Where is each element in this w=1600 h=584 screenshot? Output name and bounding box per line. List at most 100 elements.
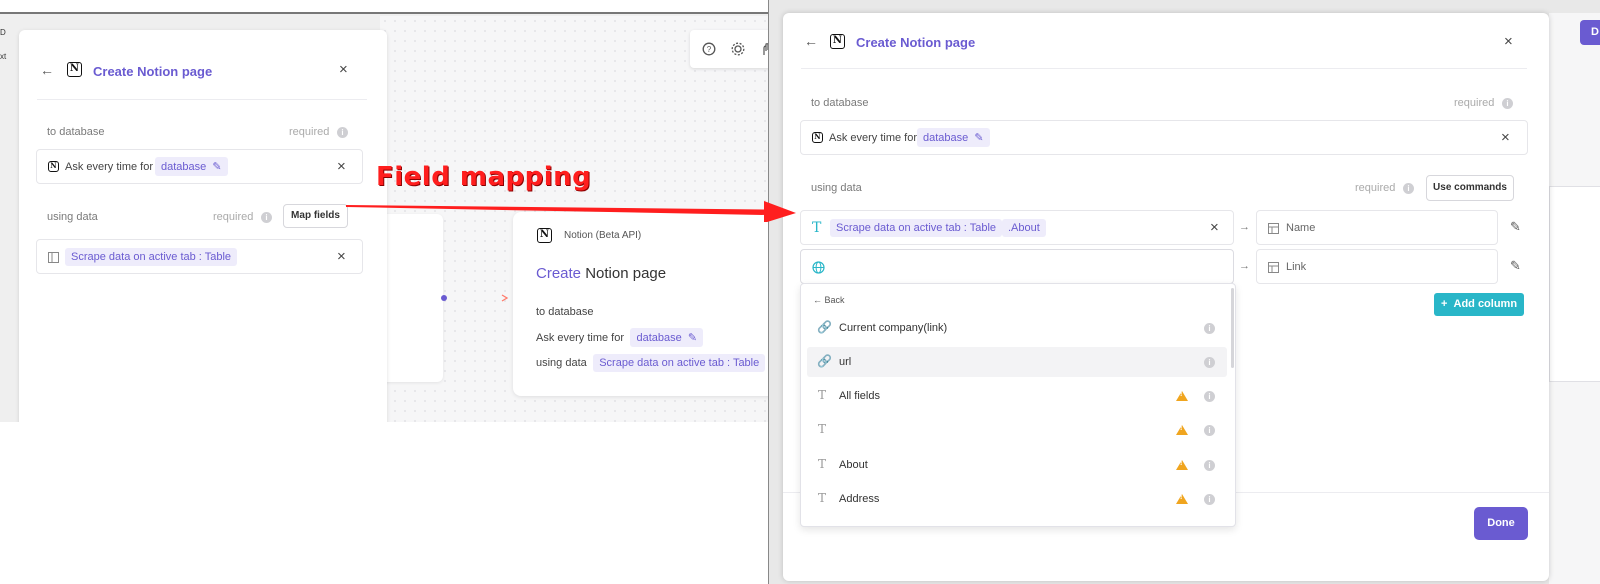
left-edit-panel: ← N Create Notion page × to database req…: [19, 30, 387, 422]
dropdown-item[interactable]: T Address i: [807, 484, 1227, 514]
node-source-chip: Scrape data on active tab : Table: [593, 354, 766, 372]
database-chip-label: database: [923, 132, 969, 144]
node-using-data-label: using data: [536, 357, 587, 369]
info-icon[interactable]: i: [261, 212, 272, 223]
target-link-label: Link: [1286, 261, 1307, 273]
link-icon: 🔗: [817, 354, 832, 368]
dropdown-item-label: All fields: [839, 390, 880, 402]
annotation-arrow: [346, 201, 796, 222]
dropdown-item[interactable]: T All fields i: [807, 381, 1227, 411]
required-label: required: [1355, 182, 1396, 194]
notion-node-card[interactable]: N Notion (Beta API) Create Notion page t…: [513, 212, 782, 396]
node-using-data-row: using data Scrape data on active tab : T…: [536, 353, 766, 372]
mapping-field-chip[interactable]: .About: [1002, 219, 1046, 237]
info-icon[interactable]: i: [337, 127, 348, 138]
mapping-arrow-icon: →: [1239, 260, 1250, 272]
database-field[interactable]: N Ask every time for database ✎ ×: [36, 149, 363, 184]
help-icon[interactable]: ?: [702, 42, 716, 56]
info-icon[interactable]: i: [1403, 183, 1414, 194]
notion-logo-icon: N: [67, 62, 82, 77]
database-chip[interactable]: database ✎: [155, 157, 228, 176]
pencil-icon[interactable]: ✎: [974, 132, 983, 144]
info-icon[interactable]: i: [1502, 98, 1513, 109]
to-database-label: to database: [47, 126, 105, 138]
required-label: required: [289, 126, 330, 138]
required-label: required: [1454, 97, 1495, 109]
link-icon: 🔗: [817, 320, 832, 334]
pencil-icon: ✎: [687, 332, 698, 344]
field-dropdown: ← Back 🔗 Current company(link) i 🔗 url i…: [800, 283, 1236, 527]
dropdown-item[interactable]: T i: [807, 415, 1227, 445]
back-arrow-icon[interactable]: ←: [40, 62, 54, 78]
close-icon[interactable]: ×: [339, 62, 348, 77]
info-icon[interactable]: i: [1204, 391, 1215, 402]
dropdown-item[interactable]: 🔗 url i: [807, 347, 1227, 377]
mapping-source-field-empty[interactable]: [800, 249, 1234, 284]
text-icon: T: [818, 422, 827, 436]
info-icon[interactable]: i: [1204, 323, 1215, 334]
node-database-chip-label: database: [636, 332, 682, 344]
top-right-button[interactable]: D: [1580, 20, 1600, 45]
svg-text:?: ?: [707, 45, 712, 54]
node-database-prefix: Ask every time for: [536, 332, 625, 344]
text-icon: T: [818, 491, 827, 505]
info-icon[interactable]: i: [1204, 494, 1215, 505]
back-arrow-icon[interactable]: ←: [804, 33, 818, 49]
info-icon[interactable]: i: [1204, 460, 1215, 471]
mapping-source-chip[interactable]: Scrape data on active tab : Table: [830, 219, 1003, 237]
text-icon: T: [812, 220, 822, 236]
dropdown-item[interactable]: 🔗 Current company(link) i: [807, 313, 1227, 343]
divider: [37, 99, 367, 100]
dropdown-back-label: Back: [824, 295, 845, 305]
node-title: Create Notion page: [536, 265, 666, 282]
clear-database-icon[interactable]: ×: [1501, 130, 1510, 145]
edit-pencil-icon[interactable]: ✎: [1510, 258, 1521, 274]
node-title-object: Notion page: [585, 265, 667, 282]
warning-icon: [1176, 460, 1188, 470]
table-icon: [48, 252, 59, 263]
node-connector: [441, 294, 509, 302]
dropdown-item-label: Address: [839, 493, 880, 505]
database-prefix: Ask every time for: [829, 132, 918, 144]
mapping-source-field[interactable]: T Scrape data on active tab : Table .Abo…: [800, 210, 1234, 245]
database-chip[interactable]: database ✎: [917, 128, 990, 147]
info-icon[interactable]: i: [1204, 425, 1215, 436]
required-label: required: [213, 211, 254, 223]
database-chip-label: database: [161, 161, 207, 173]
node-to-database-label: to database: [536, 306, 594, 318]
close-icon[interactable]: ×: [1504, 34, 1513, 49]
database-field[interactable]: N Ask every time for database ✎ ×: [800, 120, 1528, 155]
globe-icon: [812, 261, 825, 274]
info-icon[interactable]: i: [1204, 357, 1215, 368]
dropdown-back[interactable]: ← Back: [813, 295, 845, 305]
right-screenshot: D ← N Create Notion page × to database r…: [768, 0, 1600, 584]
add-column-label: Add column: [1453, 298, 1518, 310]
target-column-link[interactable]: Link: [1256, 249, 1498, 284]
previous-node-card[interactable]: [380, 214, 443, 382]
done-button[interactable]: Done: [1474, 507, 1528, 540]
notion-logo-icon: N: [812, 132, 823, 143]
gear-icon[interactable]: [731, 42, 745, 56]
clear-mapping-icon[interactable]: ×: [1210, 220, 1219, 235]
clear-database-icon[interactable]: ×: [337, 159, 346, 174]
edit-pencil-icon[interactable]: ✎: [1510, 219, 1521, 235]
back-arrow-icon: ←: [813, 295, 822, 305]
to-database-label: to database: [811, 97, 869, 109]
target-column-name[interactable]: Name: [1256, 210, 1498, 245]
edge-text-1: D: [0, 28, 6, 37]
node-subtitle: Notion (Beta API): [564, 230, 642, 241]
pencil-icon[interactable]: ✎: [212, 161, 221, 173]
warning-icon: [1176, 391, 1188, 401]
notion-logo-icon: N: [537, 228, 552, 243]
use-commands-button[interactable]: Use commands: [1426, 175, 1514, 201]
using-data-label: using data: [47, 211, 98, 223]
using-data-label: using data: [811, 182, 862, 194]
dropdown-scrollbar[interactable]: [1231, 288, 1234, 368]
mapping-arrow-icon: →: [1239, 221, 1250, 233]
using-data-field[interactable]: Scrape data on active tab : Table ×: [36, 239, 363, 274]
source-chip[interactable]: Scrape data on active tab : Table: [65, 248, 238, 266]
map-fields-button[interactable]: Map fields: [283, 204, 348, 228]
clear-source-icon[interactable]: ×: [337, 249, 346, 264]
add-column-button[interactable]: + Add column: [1434, 293, 1524, 316]
dropdown-item[interactable]: T About i: [807, 450, 1227, 480]
